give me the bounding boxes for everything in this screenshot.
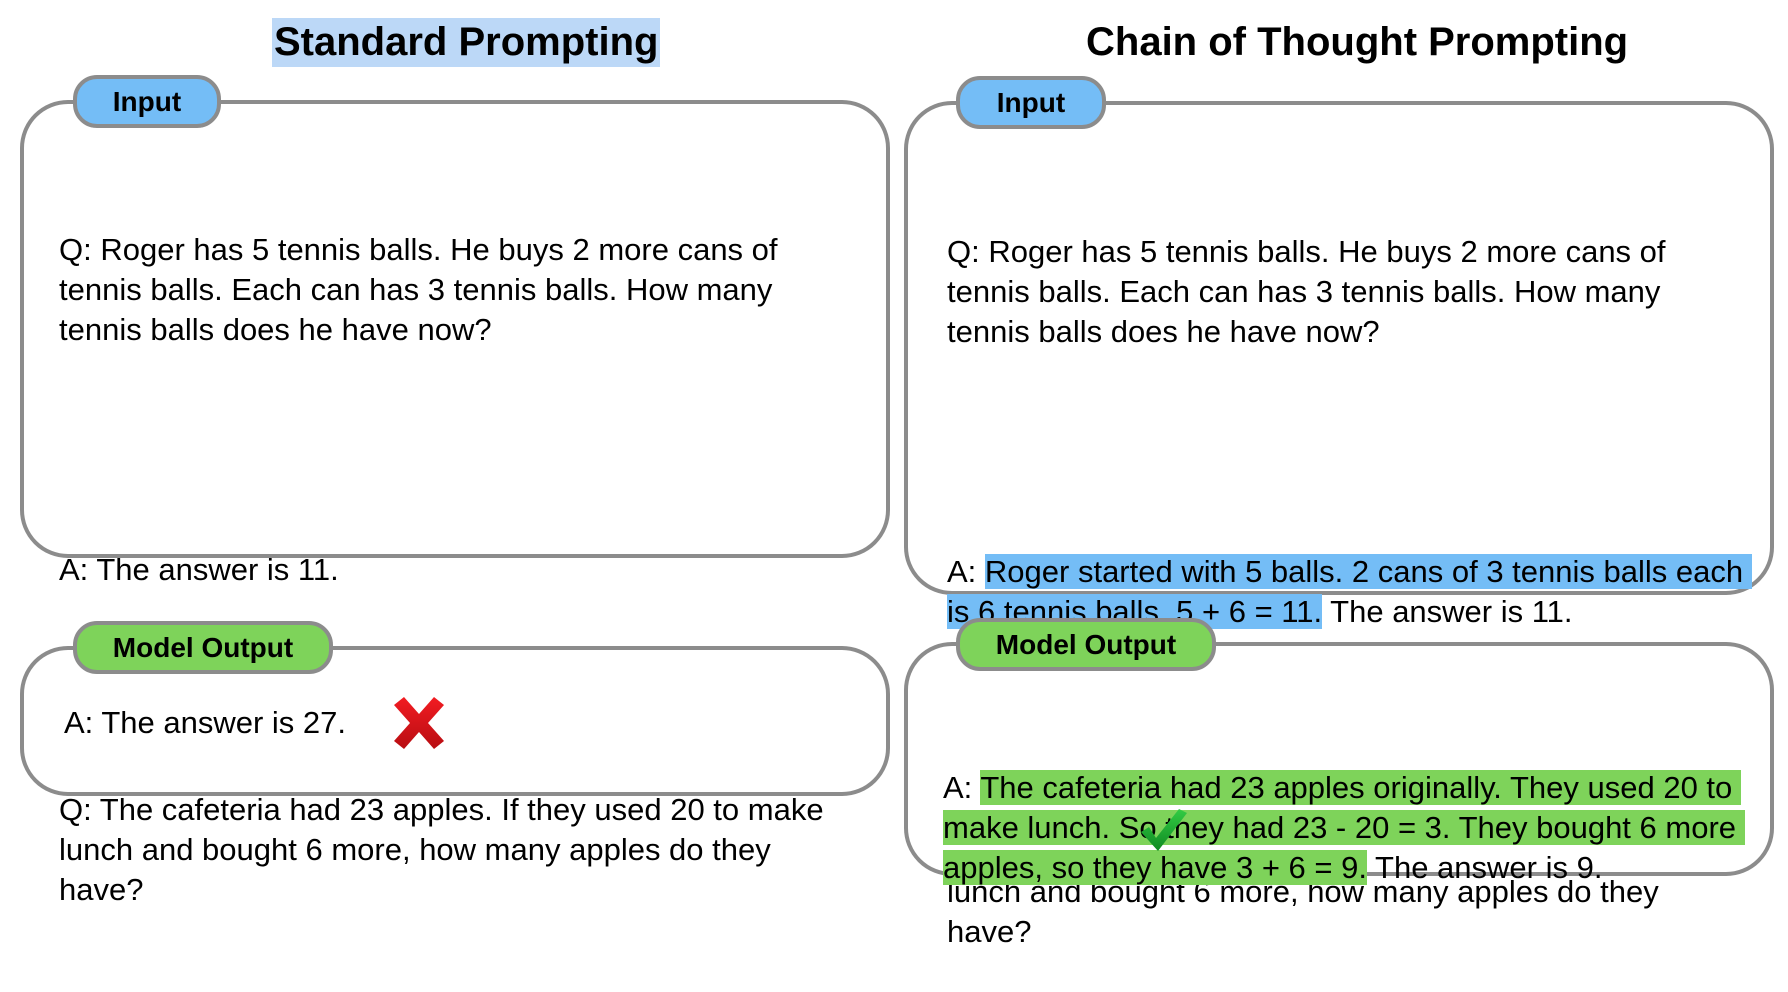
cot-prompting-title: Chain of Thought Prompting [1086, 20, 1629, 64]
green-check-icon [1141, 809, 1187, 851]
cot-question-1: Q: Roger has 5 tennis balls. He buys 2 m… [947, 234, 1675, 349]
cot-output-prefix: A: [943, 770, 981, 805]
standard-output-text: A: The answer is 27. [64, 705, 347, 740]
cot-answer-1-final: The answer is 11. [1322, 594, 1573, 629]
cot-output-answer: A: The cafeteria had 23 apples originall… [943, 768, 1745, 888]
standard-question-1: Q: Roger has 5 tennis balls. He buys 2 m… [59, 232, 787, 347]
red-x-icon [394, 697, 444, 749]
cot-output-label: Model Output [956, 618, 1216, 671]
standard-question-2: Q: The cafeteria had 23 apples. If they … [59, 792, 833, 907]
cot-output-reasoning: The cafeteria had 23 apples originally. … [943, 770, 1745, 885]
cot-answer-1-prefix: A: [947, 554, 985, 589]
standard-prompting-title: Standard Prompting [272, 18, 661, 67]
standard-input-text: Q: Roger has 5 tennis balls. He buys 2 m… [59, 150, 859, 950]
cot-input-label: Input [956, 76, 1106, 129]
standard-input-label: Input [73, 75, 221, 128]
cot-output-text: A: The cafeteria had 23 apples originall… [943, 688, 1745, 928]
cot-output-final: The answer is 9. [1366, 850, 1603, 885]
standard-output-label: Model Output [73, 621, 333, 674]
standard-answer-1: A: The answer is 11. [59, 552, 339, 587]
